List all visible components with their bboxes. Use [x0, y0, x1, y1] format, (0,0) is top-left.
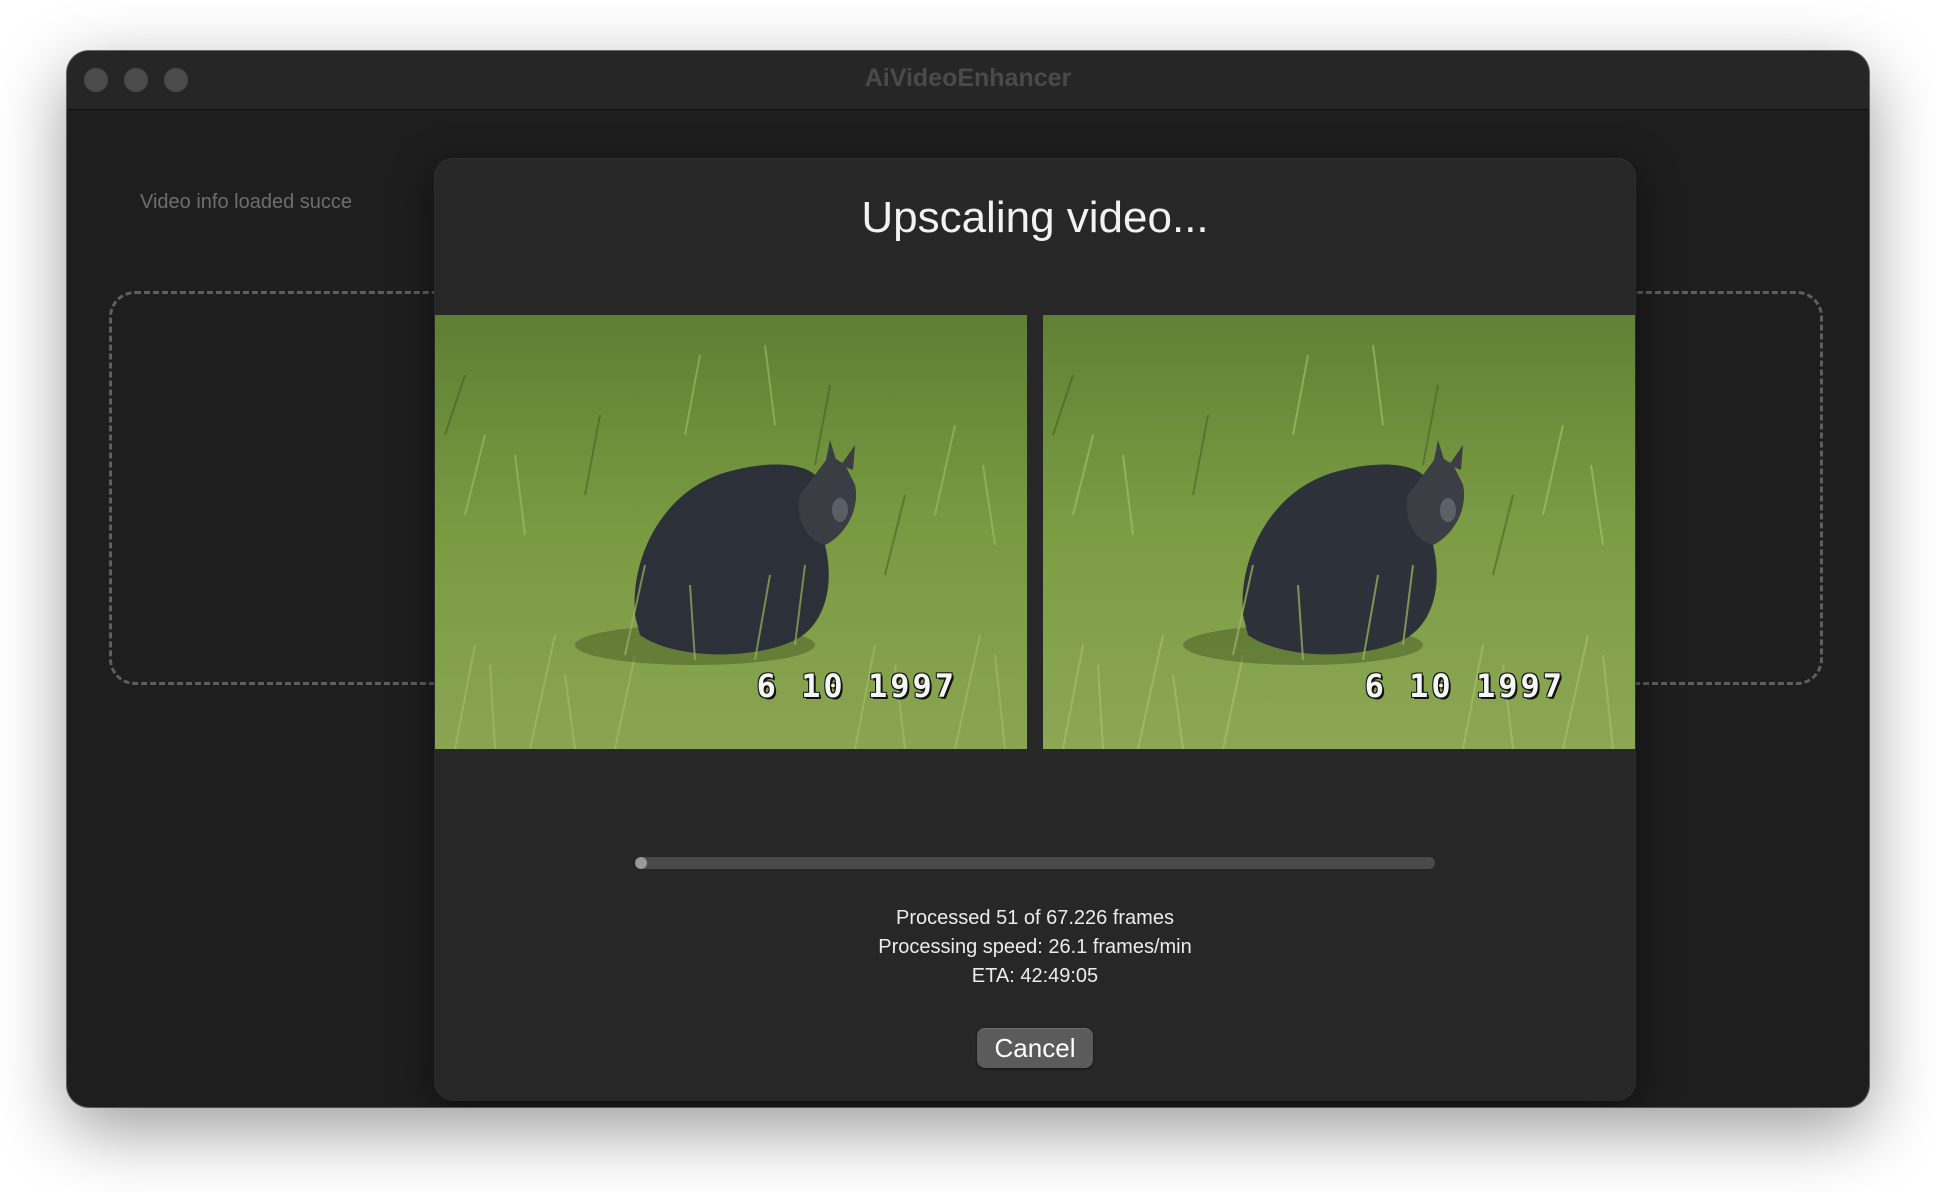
screen: AiVideoEnhancer Video info loaded succe …: [0, 0, 1936, 1192]
eta-text: ETA: 42:49:05: [971, 965, 1099, 987]
dialog-title: Upscaling video...: [861, 193, 1209, 242]
status-text: Video info loaded succe: [140, 191, 353, 213]
frame-datestamp: 6 10 1997: [756, 667, 957, 705]
window-title: AiVideoEnhancer: [864, 64, 1072, 92]
processed-frames-text: Processed 51 of 67.226 frames: [896, 907, 1174, 929]
upscaled-frame-preview: 6 10 1997: [1043, 315, 1635, 749]
progress-fill: [635, 857, 647, 869]
progress-stats: Processed 51 of 67.226 frames Processing…: [435, 904, 1635, 991]
progress-bar: [635, 857, 1435, 869]
cancel-button[interactable]: Cancel: [977, 1028, 1093, 1068]
frame-datestamp: 6 10 1997: [1364, 667, 1565, 705]
original-frame-preview: 6 10 1997: [435, 315, 1027, 749]
title-bar[interactable]: AiVideoEnhancer: [67, 51, 1869, 110]
processing-speed-text: Processing speed: 26.1 frames/min: [878, 936, 1192, 958]
app-window: AiVideoEnhancer Video info loaded succe …: [67, 51, 1869, 1107]
upscaling-dialog: Upscaling video... 6 10 1997 6 10 1997 P…: [435, 159, 1635, 1100]
